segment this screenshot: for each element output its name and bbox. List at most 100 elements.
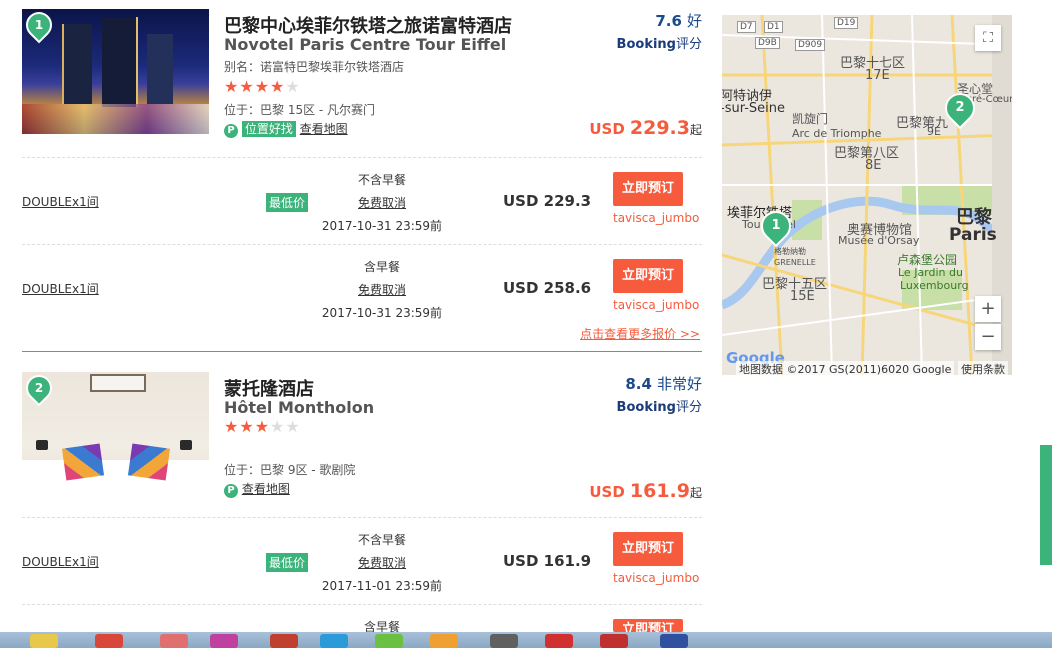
room-price: USD 161.9 xyxy=(503,552,592,570)
fullscreen-icon[interactable]: ⛶ xyxy=(975,25,1001,51)
good-location-badge: 位置好找 xyxy=(241,121,296,137)
score-value: 8.4 xyxy=(625,375,652,393)
hotel-name-en[interactable]: Hôtel Montholon xyxy=(224,398,374,417)
room-policy: 不含早餐 免费取消 2017-10-31 23:59前 xyxy=(312,171,452,234)
room-price: USD 258.6 xyxy=(503,279,592,297)
breakfast-info: 不含早餐 xyxy=(357,173,406,187)
supplier-name: tavisca_jumbo xyxy=(613,571,700,585)
room-policy: 含早餐 免费取消 2017-10-31 23:59前 xyxy=(312,258,452,321)
star-empty-icon: ★ xyxy=(270,417,286,436)
score-value: 7.6 xyxy=(655,12,682,30)
app-icon[interactable] xyxy=(375,634,403,648)
app-icon[interactable] xyxy=(660,634,688,648)
app-icon[interactable] xyxy=(490,634,518,648)
score-word: 好 xyxy=(686,12,702,30)
starting-price: USD 229.3起 xyxy=(589,117,702,139)
divider xyxy=(22,604,702,605)
app-icon[interactable] xyxy=(545,634,573,648)
lowest-price-badge: 最低价 xyxy=(266,193,309,212)
book-now-button[interactable]: 立即预订 xyxy=(613,259,683,293)
location-row: P 位置好找 查看地图 xyxy=(224,120,348,138)
more-quotes-link[interactable]: 点击查看更多报价 >> xyxy=(580,325,700,342)
book-now-button[interactable]: 立即预订 xyxy=(613,172,683,206)
taskbar xyxy=(0,632,1052,648)
cancel-deadline: 2017-10-31 23:59前 xyxy=(321,306,443,320)
star-empty-icon: ★ xyxy=(285,77,301,96)
hotel-alias: 别名：诺富特巴黎埃菲尔铁塔酒店 xyxy=(224,60,405,74)
booking-label: Booking评分 xyxy=(616,400,702,415)
free-cancel-link[interactable]: 免费取消 xyxy=(312,554,452,571)
map-attribution: 地图数据 ©2017 GS(2011)6020 Google xyxy=(736,361,955,375)
star-rating: ★★★★★ xyxy=(224,417,301,436)
app-icon[interactable] xyxy=(30,634,58,648)
breakfast-info: 不含早餐 xyxy=(357,533,406,547)
star-icon: ★ xyxy=(239,417,255,436)
starting-price: USD 161.9起 xyxy=(589,480,702,502)
road-sign: D909 xyxy=(795,39,826,51)
free-cancel-link[interactable]: 免费取消 xyxy=(312,194,452,211)
map-label-district: 17E xyxy=(865,68,890,83)
cancel-deadline: 2017-10-31 23:59前 xyxy=(321,219,443,233)
score-block: 7.6 好 xyxy=(655,10,702,31)
star-icon: ★ xyxy=(224,77,240,96)
map-label-district: 9E xyxy=(927,125,941,138)
hotel-separator xyxy=(22,351,702,352)
supplier-name: tavisca_jumbo xyxy=(613,211,700,225)
map-label-landmark: Musée d'Orsay xyxy=(838,234,920,247)
room-type-link[interactable]: DOUBLEx1间 xyxy=(22,553,99,570)
hotel-name-en[interactable]: Novotel Paris Centre Tour Eiffel xyxy=(224,35,506,54)
booking-label: Booking评分 xyxy=(616,37,702,52)
room-price: USD 229.3 xyxy=(503,192,592,210)
view-map-link[interactable]: 查看地图 xyxy=(300,122,348,136)
room-type-link[interactable]: DOUBLEx1间 xyxy=(22,193,99,210)
app-icon[interactable] xyxy=(430,634,458,648)
road-sign: D1 xyxy=(764,21,783,33)
supplier-name: tavisca_jumbo xyxy=(613,298,700,312)
star-rating: ★★★★★ xyxy=(224,77,301,96)
divider xyxy=(22,157,702,158)
road-sign: D9B xyxy=(755,37,780,49)
score-word: 非常好 xyxy=(656,375,702,393)
star-icon: ★ xyxy=(254,77,271,96)
map-label-district: 格勒纳勒 xyxy=(774,247,806,256)
map-label-district: 15E xyxy=(790,289,815,304)
room-type-link[interactable]: DOUBLEx1间 xyxy=(22,280,99,297)
road-sign: D19 xyxy=(834,17,859,29)
room-policy: 不含早餐 免费取消 2017-11-01 23:59前 xyxy=(312,531,452,594)
road-sign: D7 xyxy=(737,21,756,33)
hotel-map[interactable]: D7 D1 D19 D9B D909 巴黎十七区 17E 阿特讷伊 -sur-S… xyxy=(722,15,1012,375)
app-icon[interactable] xyxy=(160,634,188,648)
score-block: 8.4 非常好 xyxy=(625,373,702,394)
divider xyxy=(22,517,702,518)
location-row: P 查看地图 xyxy=(224,480,290,498)
map-label-landmark: Le Jardin du xyxy=(898,266,963,279)
star-icon: ★ xyxy=(270,77,286,96)
star-empty-icon: ★ xyxy=(285,417,301,436)
view-map-link[interactable]: 查看地图 xyxy=(242,482,290,496)
zoom-out-button[interactable]: − xyxy=(975,324,1001,350)
map-label-city: -sur-Seine xyxy=(722,101,786,116)
app-icon[interactable] xyxy=(210,634,238,648)
app-icon[interactable] xyxy=(600,634,628,648)
parking-icon: P xyxy=(224,124,238,138)
star-icon: ★ xyxy=(239,77,255,96)
hotel-location: 位于：巴黎 15区 - 凡尔赛门 xyxy=(224,103,376,117)
breakfast-info: 含早餐 xyxy=(363,260,400,274)
app-icon[interactable] xyxy=(95,634,123,648)
parking-icon: P xyxy=(224,484,238,498)
map-label-landmark: Luxembourg xyxy=(900,279,969,292)
map-terms-link[interactable]: 使用条款 xyxy=(958,361,1008,375)
map-label-district: GRENELLE xyxy=(774,258,816,267)
free-cancel-link[interactable]: 免费取消 xyxy=(312,281,452,298)
lowest-price-badge: 最低价 xyxy=(266,553,309,572)
zoom-in-button[interactable]: + xyxy=(975,296,1001,322)
side-feedback-tab[interactable] xyxy=(1040,445,1052,565)
book-now-button[interactable]: 立即预订 xyxy=(613,619,683,632)
app-icon[interactable] xyxy=(270,634,298,648)
app-icon[interactable] xyxy=(320,634,348,648)
hotel-location: 位于：巴黎 9区 - 歌剧院 xyxy=(224,463,356,477)
divider xyxy=(22,244,702,245)
book-now-button[interactable]: 立即预订 xyxy=(613,532,683,566)
star-icon: ★ xyxy=(224,417,240,436)
star-icon: ★ xyxy=(254,417,271,436)
